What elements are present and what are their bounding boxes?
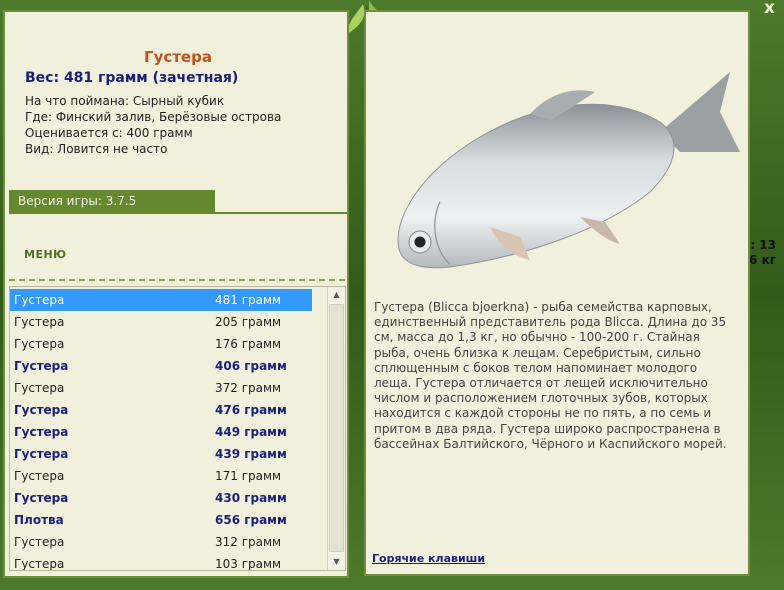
fish-weight: 171 грамм <box>215 469 282 483</box>
fish-name: Густера <box>14 469 65 483</box>
fish-name: Густера <box>14 381 65 395</box>
list-scrollbar[interactable]: ▲ ▼ <box>327 287 345 570</box>
fish-weight: 656 грамм <box>215 513 287 527</box>
hotkeys-link[interactable]: Горячие клавиши <box>372 552 485 565</box>
location-info: Где: Финский залив, Берёзовые острова <box>25 110 282 124</box>
list-item[interactable]: Густера 430 грамм <box>10 487 312 509</box>
fish-name: Густера <box>14 337 65 351</box>
fish-description-panel: Густера (Blicca bjoerkna) - рыба семейст… <box>364 10 750 576</box>
frequency-info: Вид: Ловится не часто <box>25 142 168 156</box>
fish-image <box>397 72 740 269</box>
scroll-up-arrow-icon[interactable]: ▲ <box>328 287 345 303</box>
list-item[interactable]: Плотва 656 грамм <box>10 509 312 531</box>
fish-name: Плотва <box>14 513 64 527</box>
game-version-label: Версия игры: 3.7.5 <box>9 190 215 212</box>
list-item[interactable]: Густера 312 грамм <box>10 531 312 553</box>
list-item[interactable]: Густера 176 грамм <box>10 333 312 355</box>
list-item[interactable]: Густера 171 грамм <box>10 465 312 487</box>
fish-name: Густера <box>14 293 65 307</box>
valued-info: Оценивается с: 400 грамм <box>25 126 193 140</box>
fish-name-title: Густера <box>144 48 212 66</box>
fish-weight: 476 грамм <box>215 403 287 417</box>
list-item[interactable]: Густера 372 грамм <box>10 377 312 399</box>
list-item[interactable]: Густера 205 грамм <box>10 311 312 333</box>
list-item[interactable]: Густера 103 грамм <box>10 553 312 571</box>
version-divider <box>9 212 347 214</box>
fish-name: Густера <box>14 403 69 417</box>
list-item[interactable]: Густера 406 грамм <box>10 355 312 377</box>
fish-weight: 312 грамм <box>215 535 282 549</box>
fish-weight: 372 грамм <box>215 381 282 395</box>
fish-weight: 406 грамм <box>215 359 287 373</box>
fish-description-text: Густера (Blicca bjoerkna) - рыба семейст… <box>374 300 727 451</box>
fish-weight: 205 грамм <box>215 315 282 329</box>
fish-weight: 176 грамм <box>215 337 282 351</box>
fish-name: Густера <box>14 315 65 329</box>
fish-weight: 103 грамм <box>215 557 282 571</box>
scroll-down-arrow-icon[interactable]: ▼ <box>328 554 345 570</box>
catch-list[interactable]: Густера 481 грамм Густера 205 грамм Густер… <box>9 286 346 571</box>
fish-weight: 449 грамм <box>215 425 287 439</box>
scroll-thumb[interactable] <box>329 304 344 552</box>
fish-name: Густера <box>14 535 65 549</box>
fish-name: Густера <box>14 425 69 439</box>
list-divider <box>9 279 345 281</box>
close-button[interactable]: x <box>764 0 775 18</box>
menu-button[interactable]: МЕНЮ <box>24 248 67 261</box>
list-item[interactable]: Густера 439 грамм <box>10 443 312 465</box>
bait-info: На что поймана: Сырный кубик <box>25 94 225 108</box>
list-item[interactable]: Густера 449 грамм <box>10 421 312 443</box>
fish-name: Густера <box>14 491 69 505</box>
fish-name: Густера <box>14 359 69 373</box>
fish-weight: 430 грамм <box>215 491 287 505</box>
fish-weight: 439 грамм <box>215 447 287 461</box>
fish-name: Густера <box>14 447 69 461</box>
list-item[interactable]: Густера 481 грамм <box>10 289 312 311</box>
fish-weight: 481 грамм <box>215 293 282 307</box>
fish-name: Густера <box>14 557 65 571</box>
fish-weight: Вес: 481 грамм (зачетная) <box>25 70 239 86</box>
list-item[interactable]: Густера 476 грамм <box>10 399 312 421</box>
